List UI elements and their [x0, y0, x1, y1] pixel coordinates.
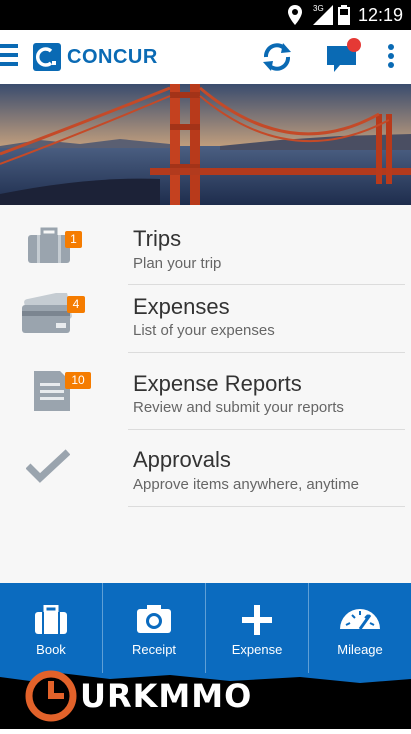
menu-item-subtitle: Review and submit your reports	[133, 399, 344, 416]
menu-item-expenses[interactable]: 4 Expenses List of your expenses	[0, 285, 411, 353]
speedometer-icon	[340, 609, 380, 630]
logo-mark-icon	[33, 43, 61, 71]
menu-item-trips[interactable]: 1 Trips Plan your trip	[0, 205, 411, 285]
trips-badge: 1	[65, 231, 82, 248]
menu-item-title: Expense Reports	[133, 371, 302, 396]
menu-item-approvals[interactable]: Approvals Approve items anywhere, anytim…	[0, 430, 411, 507]
camera-icon	[137, 605, 171, 633]
menu-item-expense-reports[interactable]: 10 Expense Reports Review and submit you…	[0, 353, 411, 430]
plus-icon	[242, 605, 272, 635]
tab-book[interactable]: Book	[0, 583, 102, 673]
concur-logo: CONCUR	[33, 43, 158, 71]
tab-label: Book	[36, 642, 66, 657]
watermark-logo-icon	[25, 670, 77, 722]
expense-reports-badge: 10	[65, 372, 91, 389]
menu-item-title: Expenses	[133, 294, 230, 319]
main-menu: 1 Trips Plan your trip 4 Expenses List o…	[0, 205, 411, 583]
app-bar: CONCUR	[0, 30, 411, 84]
expenses-badge: 4	[67, 296, 85, 313]
overflow-menu-icon[interactable]	[388, 44, 394, 70]
menu-item-title: Trips	[133, 226, 182, 251]
sync-icon[interactable]	[260, 40, 294, 74]
messages-icon[interactable]	[326, 38, 362, 74]
tab-receipt[interactable]: Receipt	[103, 583, 205, 673]
logo-text: CONCUR	[67, 45, 158, 68]
menu-icon[interactable]	[0, 44, 18, 70]
clock: 12:19	[357, 5, 403, 25]
divider	[128, 506, 405, 507]
watermark-text: URKMMO	[80, 677, 253, 715]
menu-item-subtitle: Approve items anywhere, anytime	[133, 476, 359, 493]
notification-dot	[347, 38, 361, 52]
hero-image	[0, 84, 411, 205]
signal-icon	[313, 5, 333, 25]
tab-expense[interactable]: Expense	[206, 583, 308, 673]
tab-label: Expense	[231, 642, 283, 657]
tab-label: Mileage	[337, 642, 383, 657]
briefcase-icon	[35, 605, 67, 634]
checkmark-icon	[26, 449, 70, 483]
status-bar: 3G 12:19	[0, 0, 411, 30]
battery-icon	[338, 5, 350, 25]
briefcase-icon	[28, 227, 70, 263]
menu-item-title: Approvals	[133, 447, 231, 472]
tab-mileage[interactable]: Mileage	[309, 583, 411, 673]
menu-item-subtitle: Plan your trip	[133, 255, 222, 272]
tab-label: Receipt	[131, 642, 177, 657]
watermark: URKMMO	[0, 667, 411, 729]
menu-item-subtitle: List of your expenses	[133, 322, 275, 339]
location-icon	[288, 5, 302, 25]
